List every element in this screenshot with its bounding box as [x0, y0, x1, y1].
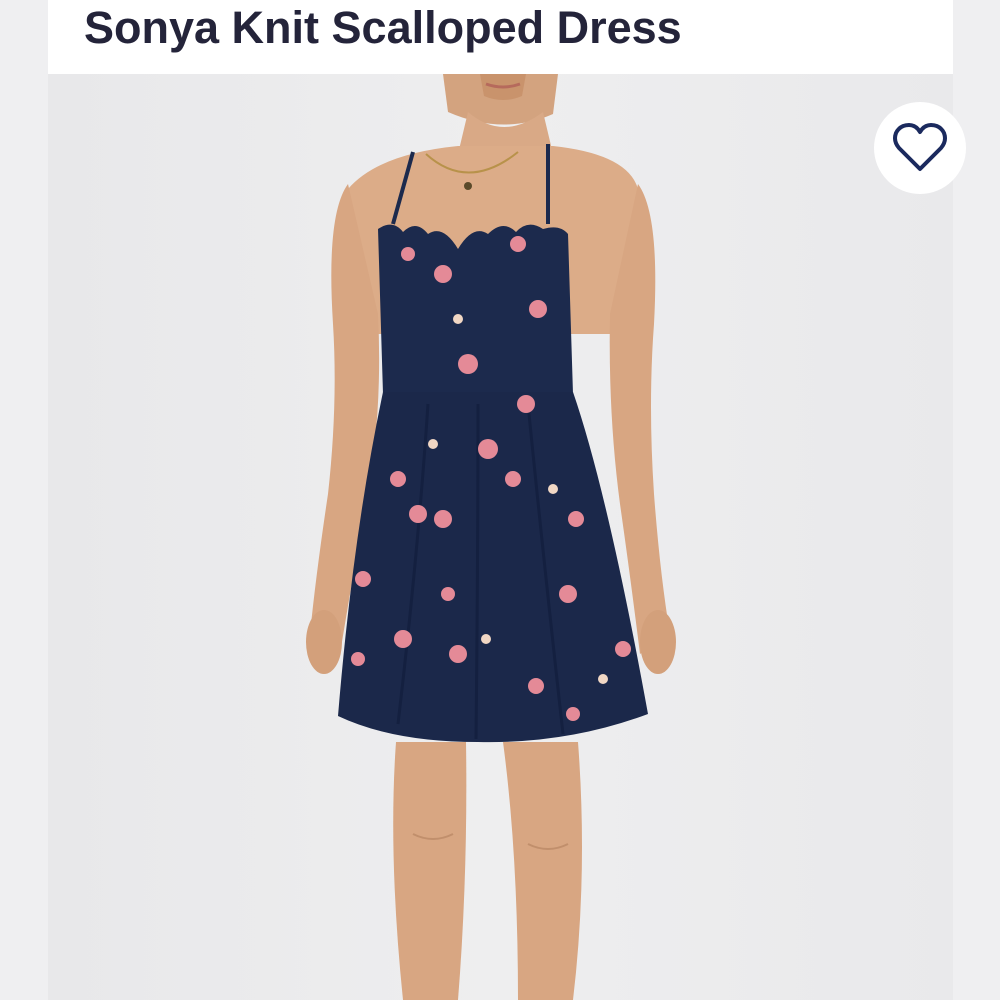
product-photo[interactable]: [48, 74, 953, 1000]
favorite-button[interactable]: [874, 102, 966, 194]
left-gutter: [0, 0, 48, 1000]
product-title: Sonya Knit Scalloped Dress: [84, 2, 682, 53]
heart-outline-icon: [893, 123, 947, 171]
title-bar: Sonya Knit Scalloped Dress: [48, 0, 953, 74]
model-illustration: [306, 74, 676, 1000]
product-page: Sonya Knit Scalloped Dress: [0, 0, 1000, 1000]
